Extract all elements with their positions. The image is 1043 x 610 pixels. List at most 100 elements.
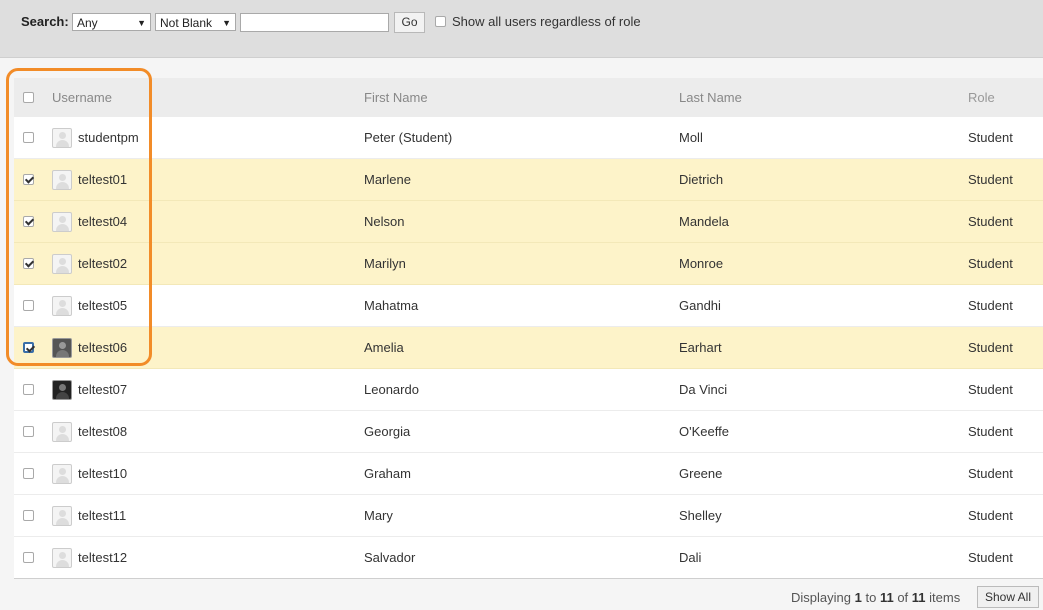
- select-all-checkbox[interactable]: [23, 92, 34, 103]
- role: Student: [968, 550, 1013, 565]
- table-row[interactable]: teltest11 Mary Shelley Student: [14, 495, 1043, 537]
- row-checkbox[interactable]: [23, 426, 34, 437]
- username: teltest08: [78, 424, 128, 439]
- row-checkbox[interactable]: [23, 132, 34, 143]
- last-name: Dali: [679, 550, 702, 565]
- pagination-from: 1: [854, 590, 862, 605]
- show-all-users-label: Show all users regardless of role: [452, 14, 641, 29]
- pagination-prefix: Displaying: [791, 590, 851, 605]
- search-condition-select[interactable]: Not Blank ▼: [155, 13, 236, 31]
- table-header: Username First Name Last Name Role: [14, 78, 1043, 117]
- pagination-summary: Displaying 1 to 11 of 11 items: [791, 590, 960, 605]
- show-all-users-toggle[interactable]: Show all users regardless of role: [435, 14, 641, 29]
- username: studentpm: [78, 130, 139, 145]
- column-last-name[interactable]: Last Name: [679, 78, 742, 117]
- table-row[interactable]: teltest12 Salvador Dali Student: [14, 537, 1043, 579]
- username-cell: teltest10: [52, 453, 127, 494]
- username: teltest04: [78, 214, 128, 229]
- last-name: Da Vinci: [679, 382, 728, 397]
- table-row[interactable]: teltest04 Nelson Mandela Student: [14, 201, 1043, 243]
- avatar-icon: [52, 169, 72, 190]
- row-checkbox[interactable]: [23, 216, 34, 227]
- first-name: Nelson: [364, 214, 405, 229]
- row-checkbox-cell: [23, 285, 34, 326]
- avatar-icon: [52, 547, 72, 568]
- role: Student: [968, 172, 1013, 187]
- table-row[interactable]: teltest05 Mahatma Gandhi Student: [14, 285, 1043, 327]
- search-bar: Search: Any ▼ Not Blank ▼ Go Show all us…: [0, 0, 1043, 58]
- table-row[interactable]: teltest08 Georgia O'Keeffe Student: [14, 411, 1043, 453]
- first-name: Leonardo: [364, 382, 419, 397]
- table-row[interactable]: teltest10 Graham Greene Student: [14, 453, 1043, 495]
- last-name: Monroe: [679, 256, 724, 271]
- row-checkbox[interactable]: [23, 258, 34, 269]
- username-cell: teltest11: [52, 495, 126, 536]
- chevron-down-icon: ▼: [222, 18, 231, 28]
- row-checkbox-cell: [23, 369, 34, 410]
- show-all-users-checkbox[interactable]: [435, 16, 446, 27]
- table-body: studentpm Peter (Student) Moll Student telte…: [14, 117, 1043, 579]
- row-checkbox-cell: [23, 495, 34, 536]
- username-cell: teltest04: [52, 201, 127, 242]
- row-checkbox[interactable]: [23, 468, 34, 479]
- username-cell: teltest01: [52, 159, 127, 200]
- username: teltest05: [78, 298, 128, 313]
- last-name: Moll: [679, 130, 703, 145]
- first-name: Marilyn: [364, 256, 406, 271]
- row-checkbox-cell: [23, 411, 34, 452]
- username: teltest01: [78, 172, 128, 187]
- first-name: Mahatma: [364, 298, 419, 313]
- last-name: Gandhi: [679, 298, 721, 313]
- row-checkbox[interactable]: [23, 174, 34, 185]
- search-condition-select-value: Not Blank: [160, 16, 213, 30]
- table-row[interactable]: teltest06 Amelia Earhart Student: [14, 327, 1043, 369]
- table-row[interactable]: studentpm Peter (Student) Moll Student: [14, 117, 1043, 159]
- row-checkbox[interactable]: [23, 300, 34, 311]
- last-name: Earhart: [679, 340, 722, 355]
- username-cell: teltest12: [52, 537, 127, 578]
- last-name: Dietrich: [679, 172, 724, 187]
- pagination-total: 11: [911, 590, 926, 605]
- last-name: Mandela: [679, 214, 729, 229]
- row-checkbox[interactable]: [23, 552, 34, 563]
- role: Student: [968, 256, 1013, 271]
- first-name: Amelia: [364, 340, 404, 355]
- avatar-icon: [52, 127, 72, 148]
- row-checkbox-cell: [23, 327, 34, 368]
- username-cell: teltest02: [52, 243, 127, 284]
- table-row[interactable]: teltest02 Marilyn Monroe Student: [14, 243, 1043, 285]
- column-username[interactable]: Username: [52, 78, 112, 117]
- pagination-to: 11: [879, 590, 894, 605]
- username: teltest12: [78, 550, 128, 565]
- avatar-icon: [52, 379, 72, 400]
- role: Student: [968, 130, 1013, 145]
- row-checkbox[interactable]: [23, 510, 34, 521]
- row-checkbox-cell: [23, 201, 34, 242]
- chevron-down-icon: ▼: [137, 18, 146, 28]
- username-cell: studentpm: [52, 117, 139, 158]
- search-field-select-value: Any: [77, 16, 98, 30]
- column-first-name[interactable]: First Name: [364, 78, 428, 117]
- avatar-icon: [52, 211, 72, 232]
- username-cell: teltest05: [52, 285, 127, 326]
- first-name: Peter (Student): [364, 130, 453, 145]
- role: Student: [968, 508, 1013, 523]
- role: Student: [968, 298, 1013, 313]
- go-button[interactable]: Go: [394, 12, 425, 33]
- show-all-button[interactable]: Show All: [977, 586, 1039, 608]
- row-checkbox[interactable]: [23, 342, 34, 353]
- search-label: Search:: [21, 14, 69, 29]
- row-checkbox-cell: [23, 117, 34, 158]
- row-checkbox-cell: [23, 159, 34, 200]
- role: Student: [968, 382, 1013, 397]
- search-input[interactable]: [240, 13, 389, 32]
- column-role[interactable]: Role: [968, 78, 995, 117]
- table-row[interactable]: teltest07 Leonardo Da Vinci Student: [14, 369, 1043, 411]
- avatar-icon: [52, 253, 72, 274]
- avatar-icon: [52, 337, 72, 358]
- table-row[interactable]: teltest01 Marlene Dietrich Student: [14, 159, 1043, 201]
- last-name: Greene: [679, 466, 723, 481]
- search-field-select[interactable]: Any ▼: [72, 13, 151, 31]
- first-name: Georgia: [364, 424, 411, 439]
- row-checkbox[interactable]: [23, 384, 34, 395]
